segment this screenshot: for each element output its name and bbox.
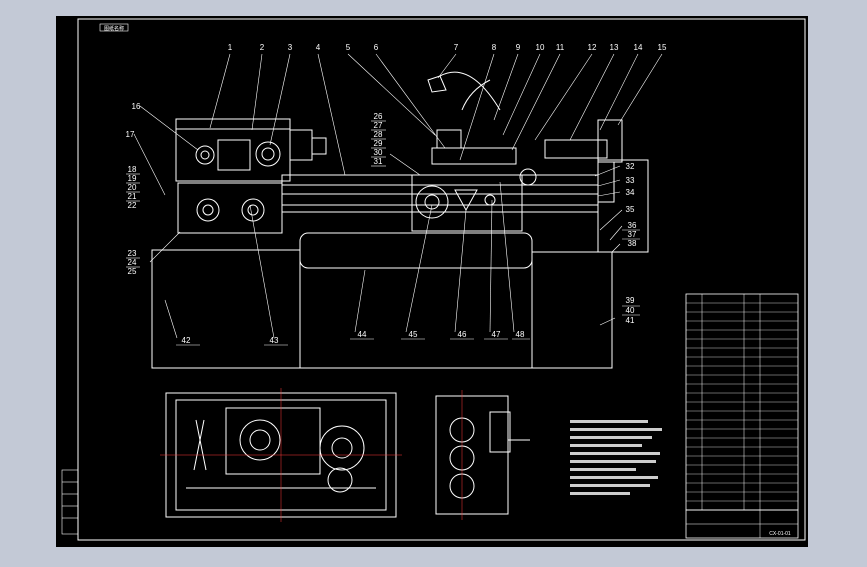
- callout-46: 46: [458, 330, 467, 339]
- callout-10: 10: [536, 43, 545, 52]
- drawing-canvas: 图纸名称 1 2 3 4 5 6 7 8 9 10 11 12 13 14 15…: [56, 16, 808, 547]
- callout-42: 42: [182, 336, 191, 345]
- callout-25: 25: [128, 267, 137, 276]
- callout-11: 11: [556, 43, 565, 52]
- callout-18: 18: [128, 165, 137, 174]
- callout-31: 31: [374, 157, 383, 166]
- callout-33: 33: [626, 176, 635, 185]
- callout-37: 37: [628, 230, 637, 239]
- callout-12: 12: [588, 43, 597, 52]
- callout-24: 24: [128, 258, 137, 267]
- callout-9: 9: [516, 43, 521, 52]
- callout-3: 3: [288, 43, 293, 52]
- callout-32: 32: [626, 162, 635, 171]
- callout-1: 1: [228, 43, 233, 52]
- callout-43: 43: [270, 336, 279, 345]
- callout-28: 28: [374, 130, 383, 139]
- callout-2: 2: [260, 43, 265, 52]
- drawing-number: CX-01-01: [769, 531, 791, 537]
- callout-45: 45: [409, 330, 418, 339]
- callout-29: 29: [374, 139, 383, 148]
- callout-48: 48: [516, 330, 525, 339]
- callout-15: 15: [658, 43, 667, 52]
- callout-19: 19: [128, 174, 137, 183]
- callout-20: 20: [128, 183, 137, 192]
- callout-22: 22: [128, 201, 137, 210]
- callout-34: 34: [626, 188, 635, 197]
- callout-21: 21: [128, 192, 137, 201]
- callout-14: 14: [634, 43, 643, 52]
- drawing-sheet: [56, 16, 808, 547]
- callout-36: 36: [628, 221, 637, 230]
- callout-47: 47: [492, 330, 501, 339]
- callout-26: 26: [374, 112, 383, 121]
- callout-35: 35: [626, 205, 635, 214]
- callout-23: 23: [128, 249, 137, 258]
- callout-40: 40: [626, 306, 635, 315]
- callout-16: 16: [132, 102, 141, 111]
- callout-39: 39: [626, 296, 635, 305]
- callout-17: 17: [126, 130, 135, 139]
- callout-13: 13: [610, 43, 619, 52]
- callout-8: 8: [492, 43, 497, 52]
- callout-41: 41: [626, 316, 635, 325]
- callout-30: 30: [374, 148, 383, 157]
- callout-7: 7: [454, 43, 459, 52]
- callout-44: 44: [358, 330, 367, 339]
- callout-5: 5: [346, 43, 351, 52]
- callout-6: 6: [374, 43, 379, 52]
- callout-27: 27: [374, 121, 383, 130]
- sheet-tag: 图纸名称: [104, 25, 124, 32]
- callout-38: 38: [628, 239, 637, 248]
- cad-viewport[interactable]: 图纸名称 1 2 3 4 5 6 7 8 9 10 11 12 13 14 15…: [0, 0, 867, 562]
- callout-4: 4: [316, 43, 321, 52]
